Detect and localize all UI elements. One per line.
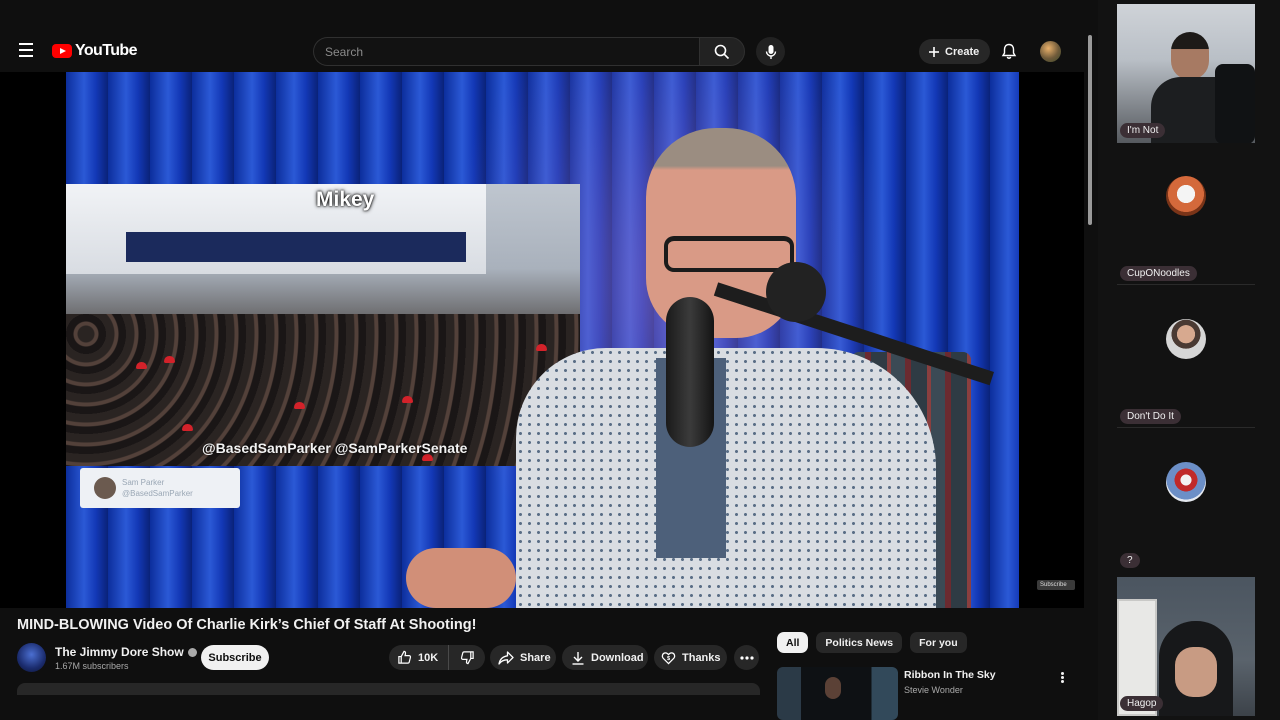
thanks-label: Thanks [682, 651, 721, 664]
description-box[interactable] [17, 683, 760, 695]
chip-for-you[interactable]: For you [910, 632, 967, 653]
download-icon [572, 651, 584, 665]
subscriber-count: 1.67M subscribers [55, 661, 129, 671]
tag-card-avatar [94, 477, 116, 499]
voice-search-button[interactable] [756, 37, 785, 66]
participant-face [1175, 647, 1217, 697]
participant-tile[interactable]: I'm Not [1117, 4, 1255, 143]
subscribe-watermark[interactable]: Subscribe [1037, 580, 1075, 590]
participant-video [1151, 32, 1246, 143]
thumbs-down-icon [460, 651, 474, 665]
create-label: Create [945, 45, 980, 58]
menu-icon[interactable] [14, 38, 38, 62]
recommended-video[interactable]: Ribbon In The Sky Stevie Wonder [777, 667, 1077, 720]
verified-icon [187, 647, 197, 657]
tag-card-name: Sam Parker [122, 478, 165, 487]
participant-name-tag: CupONoodles [1120, 266, 1197, 281]
gaming-chair [1215, 64, 1255, 143]
recommendation-chips: All Politics News For you [777, 632, 967, 653]
logo-text: YouTube [75, 42, 137, 59]
share-button[interactable]: Share [490, 645, 556, 670]
chip-politics-news[interactable]: Politics News [816, 632, 903, 653]
video-player[interactable]: Mikey @BasedSamParker @SamParkerSenate S… [0, 72, 1084, 608]
create-button[interactable]: Create [919, 39, 991, 64]
page-scrollbar[interactable] [1088, 35, 1092, 225]
tag-card: Sam Parker @BasedSamParker [80, 468, 240, 508]
youtube-logo[interactable]: YouTube [52, 42, 137, 60]
microphone-icon [765, 44, 776, 59]
participant-tile[interactable]: Don't Do It [1117, 289, 1255, 428]
thanks-heart-icon: $ [661, 652, 676, 665]
channel-avatar[interactable] [17, 643, 46, 672]
tile-divider [1117, 284, 1255, 285]
participant-name-tag: ? [1120, 553, 1140, 568]
participant-tile[interactable]: ? [1117, 432, 1255, 571]
host-hand [406, 548, 516, 608]
more-actions-button[interactable] [734, 645, 759, 670]
inset-clip: Mikey @BasedSamParker @SamParkerSenate [66, 184, 580, 466]
chip-all[interactable]: All [777, 632, 809, 653]
host [406, 128, 946, 608]
plus-icon [929, 46, 939, 57]
participant-tile[interactable]: CupONoodles [1117, 146, 1255, 285]
more-horizontal-icon [739, 655, 754, 660]
thanks-button[interactable]: $ Thanks [654, 645, 727, 670]
participant-tile[interactable]: Hagop [1117, 577, 1255, 716]
man-avatar [1166, 318, 1206, 359]
participant-name-tag: Hagop [1120, 696, 1164, 711]
overlay-name: Mikey [316, 188, 375, 211]
top-bar: YouTube Create [0, 0, 1098, 72]
youtube-window: YouTube Create [0, 0, 1098, 720]
event-tent [66, 184, 486, 274]
overlay-handles: @BasedSamParker @SamParkerSenate [202, 440, 468, 456]
recommended-artist[interactable]: Stevie Wonder [904, 685, 963, 695]
search-button[interactable] [699, 37, 745, 66]
thumbs-up-icon [398, 650, 412, 664]
host-glasses [664, 236, 794, 272]
youtube-play-icon [52, 44, 72, 58]
microphone [666, 297, 714, 447]
more-vertical-icon[interactable] [1057, 669, 1067, 685]
download-button[interactable]: Download [562, 645, 648, 670]
account-avatar[interactable] [1040, 41, 1061, 62]
channel-name: The Jimmy Dore Show [55, 645, 184, 659]
download-label: Download [591, 651, 644, 664]
tent-banner [126, 232, 466, 262]
search-bar [313, 37, 745, 66]
participant-head [1171, 32, 1209, 80]
tile-divider [1117, 427, 1255, 428]
share-icon [498, 650, 514, 665]
like-button[interactable]: 10K [389, 645, 449, 670]
participant-name-tag: I'm Not [1120, 123, 1166, 138]
tag-card-handle: @BasedSamParker [122, 489, 193, 498]
red-panda-avatar [1166, 175, 1206, 216]
notifications-button[interactable] [998, 40, 1020, 62]
video-title: MIND-BLOWING Video Of Charlie Kirk’s Chi… [17, 617, 477, 633]
channel-name-link[interactable]: The Jimmy Dore Show [55, 645, 197, 659]
search-input[interactable] [313, 37, 699, 66]
bell-icon [1001, 43, 1017, 59]
participants-panel: I'm Not CupONoodles Don't Do It ? Hagop [1098, 0, 1280, 720]
religious-figure-avatar [1166, 461, 1206, 502]
share-label: Share [520, 651, 551, 664]
like-dislike-group: 10K [389, 645, 485, 670]
search-icon [714, 44, 730, 59]
subscribe-button[interactable]: Subscribe [201, 645, 269, 670]
recommended-thumbnail[interactable] [777, 667, 898, 720]
like-count: 10K [418, 651, 439, 664]
recommended-title[interactable]: Ribbon In The Sky [904, 669, 996, 681]
participant-name-tag: Don't Do It [1120, 409, 1181, 424]
video-frame: Mikey @BasedSamParker @SamParkerSenate S… [66, 72, 1019, 608]
mic-arm-joint [766, 262, 826, 322]
host-shirt [516, 348, 936, 608]
dislike-button[interactable] [449, 645, 485, 670]
